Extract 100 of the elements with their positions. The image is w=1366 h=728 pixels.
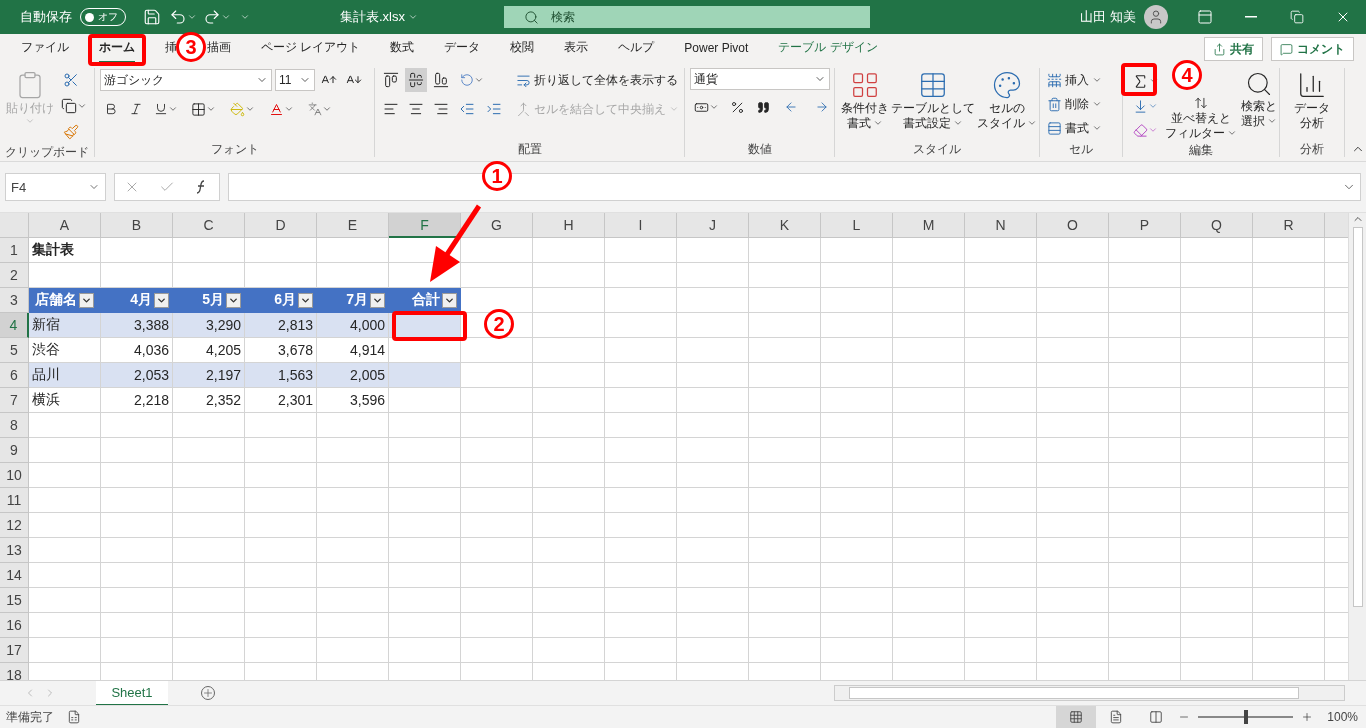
style-button[interactable]: セルの スタイル [976,68,1038,141]
align-middle-icon [408,72,424,88]
ribbon-tab[interactable]: テーブル デザイン [778,34,878,64]
ribbon-tab[interactable]: 数式 [390,34,415,64]
font-name-field[interactable]: 游ゴシック [100,69,272,91]
middle-align-button[interactable] [405,68,427,92]
column-header[interactable]: Q [1181,213,1253,238]
column-header[interactable]: N [965,213,1037,238]
group-label: スタイル [913,141,961,157]
name-box[interactable]: F4 [5,173,106,201]
row-header[interactable]: 11 [0,488,29,513]
slider-thumb[interactable] [1243,710,1248,724]
ribbon-tab[interactable]: 校閲 [510,34,535,64]
phonetic-icon [308,102,322,116]
ribbon-tab[interactable]: ページ レイアウト [261,34,361,64]
table-cell: 3,388 [101,313,173,338]
row-header[interactable]: 17 [0,638,29,663]
share-icon [1213,42,1226,56]
caret-icon [25,116,35,126]
arrow-left-icon [784,100,798,114]
row-header[interactable]: 2 [0,263,29,288]
filter-dropdown-button[interactable] [298,292,313,308]
style-button[interactable]: 条件付き 書式 [840,68,890,141]
search-placeholder: 検索 [551,8,575,26]
table-cell: 3,290 [173,313,245,338]
column-header[interactable]: M [893,213,965,238]
column-header[interactable]: H [533,213,605,238]
filter-dropdown-button[interactable] [79,292,94,308]
number-format-field[interactable]: 通貨 [690,68,830,90]
share-button[interactable]: 共有 [1204,37,1263,61]
font-color-icon [268,101,284,117]
filter-dropdown-button[interactable] [442,292,457,308]
row-header[interactable]: 6 [0,363,29,388]
cells-button[interactable]: 挿入 [1045,68,1117,92]
column-header[interactable]: R [1253,213,1325,238]
row-header[interactable]: 3 [0,288,29,313]
column-header[interactable]: D [245,213,317,238]
cells-button[interactable]: 書式 [1045,116,1117,140]
search-field[interactable]: 検索 [504,6,870,28]
row-header[interactable]: 8 [0,413,29,438]
horizontal-scrollbar[interactable] [834,685,1345,701]
row-header[interactable]: 12 [0,513,29,538]
style-button[interactable]: テーブルとして 書式設定 [890,68,976,141]
row-header[interactable]: 4 [0,313,29,338]
highlight-frame [1121,63,1157,96]
arrow-right-icon [815,100,829,114]
filter-dropdown-button[interactable] [226,292,241,308]
column-header[interactable]: B [101,213,173,238]
column-header[interactable]: A [29,213,101,238]
column-header[interactable]: P [1109,213,1181,238]
row-header[interactable]: 5 [0,338,29,363]
filter-dropdown-button[interactable] [154,292,169,308]
bar-chart-icon [1297,70,1327,100]
font-size-field[interactable]: 11 [275,69,315,91]
ribbon-tab[interactable]: 描画 [207,34,231,64]
row-header[interactable]: 10 [0,463,29,488]
ribbon-tab[interactable]: Power Pivot [684,34,749,64]
wrap-text-button[interactable]: 折り返して全体を表示する [514,68,681,92]
avatar-icon[interactable] [1144,5,1168,29]
column-header[interactable]: I [605,213,677,238]
caret-icon [77,101,87,111]
row-header[interactable]: 16 [0,613,29,638]
comment-button[interactable]: コメント [1271,37,1354,61]
filter-dropdown-button[interactable] [370,292,385,308]
cells-button[interactable]: 削除 [1045,92,1117,116]
file-name-button[interactable]: 集計表.xlsx [304,7,454,27]
row-header[interactable]: 13 [0,538,29,563]
column-header[interactable]: L [821,213,893,238]
sort-filter-button[interactable]: 並べ替えと フィルター [1164,94,1238,142]
ribbon-tab[interactable]: 表示 [564,34,589,64]
column-header[interactable]: K [749,213,821,238]
column-header[interactable]: G [461,213,533,238]
column-header[interactable]: O [1037,213,1109,238]
row-header[interactable]: 15 [0,588,29,613]
vertical-scrollbar[interactable] [1348,213,1366,680]
ribbon-tab[interactable]: ファイル [21,34,69,64]
group-label: クリップボード [5,144,89,160]
row-header[interactable]: 9 [0,438,29,463]
palette-icon [992,70,1022,100]
ribbon-tab[interactable]: ヘルプ [618,34,655,64]
percent-icon [729,99,745,115]
column-header[interactable]: J [677,213,749,238]
find-select-button[interactable]: 検索と 選択 [1240,68,1278,142]
copy-icon [61,98,77,114]
column-header[interactable]: F [389,213,461,238]
paintbrush-icon [63,124,79,140]
row-header[interactable]: 1 [0,238,29,263]
ribbon-tab[interactable]: データ [444,34,481,64]
row-header[interactable]: 7 [0,388,29,413]
table-cell: 1,563 [245,363,317,388]
analyze-data-button[interactable]: データ 分析 [1293,68,1331,141]
row-header[interactable]: 18 [0,663,29,680]
insert-rows-icon [1047,72,1062,88]
row-header[interactable]: 14 [0,563,29,588]
normal-view-button[interactable] [1056,705,1097,728]
caret-icon [1147,101,1158,111]
caret-icon [1092,75,1102,85]
column-header[interactable]: C [173,213,245,238]
sheet-tab[interactable]: Sheet1 [96,680,168,706]
column-header[interactable]: E [317,213,389,238]
